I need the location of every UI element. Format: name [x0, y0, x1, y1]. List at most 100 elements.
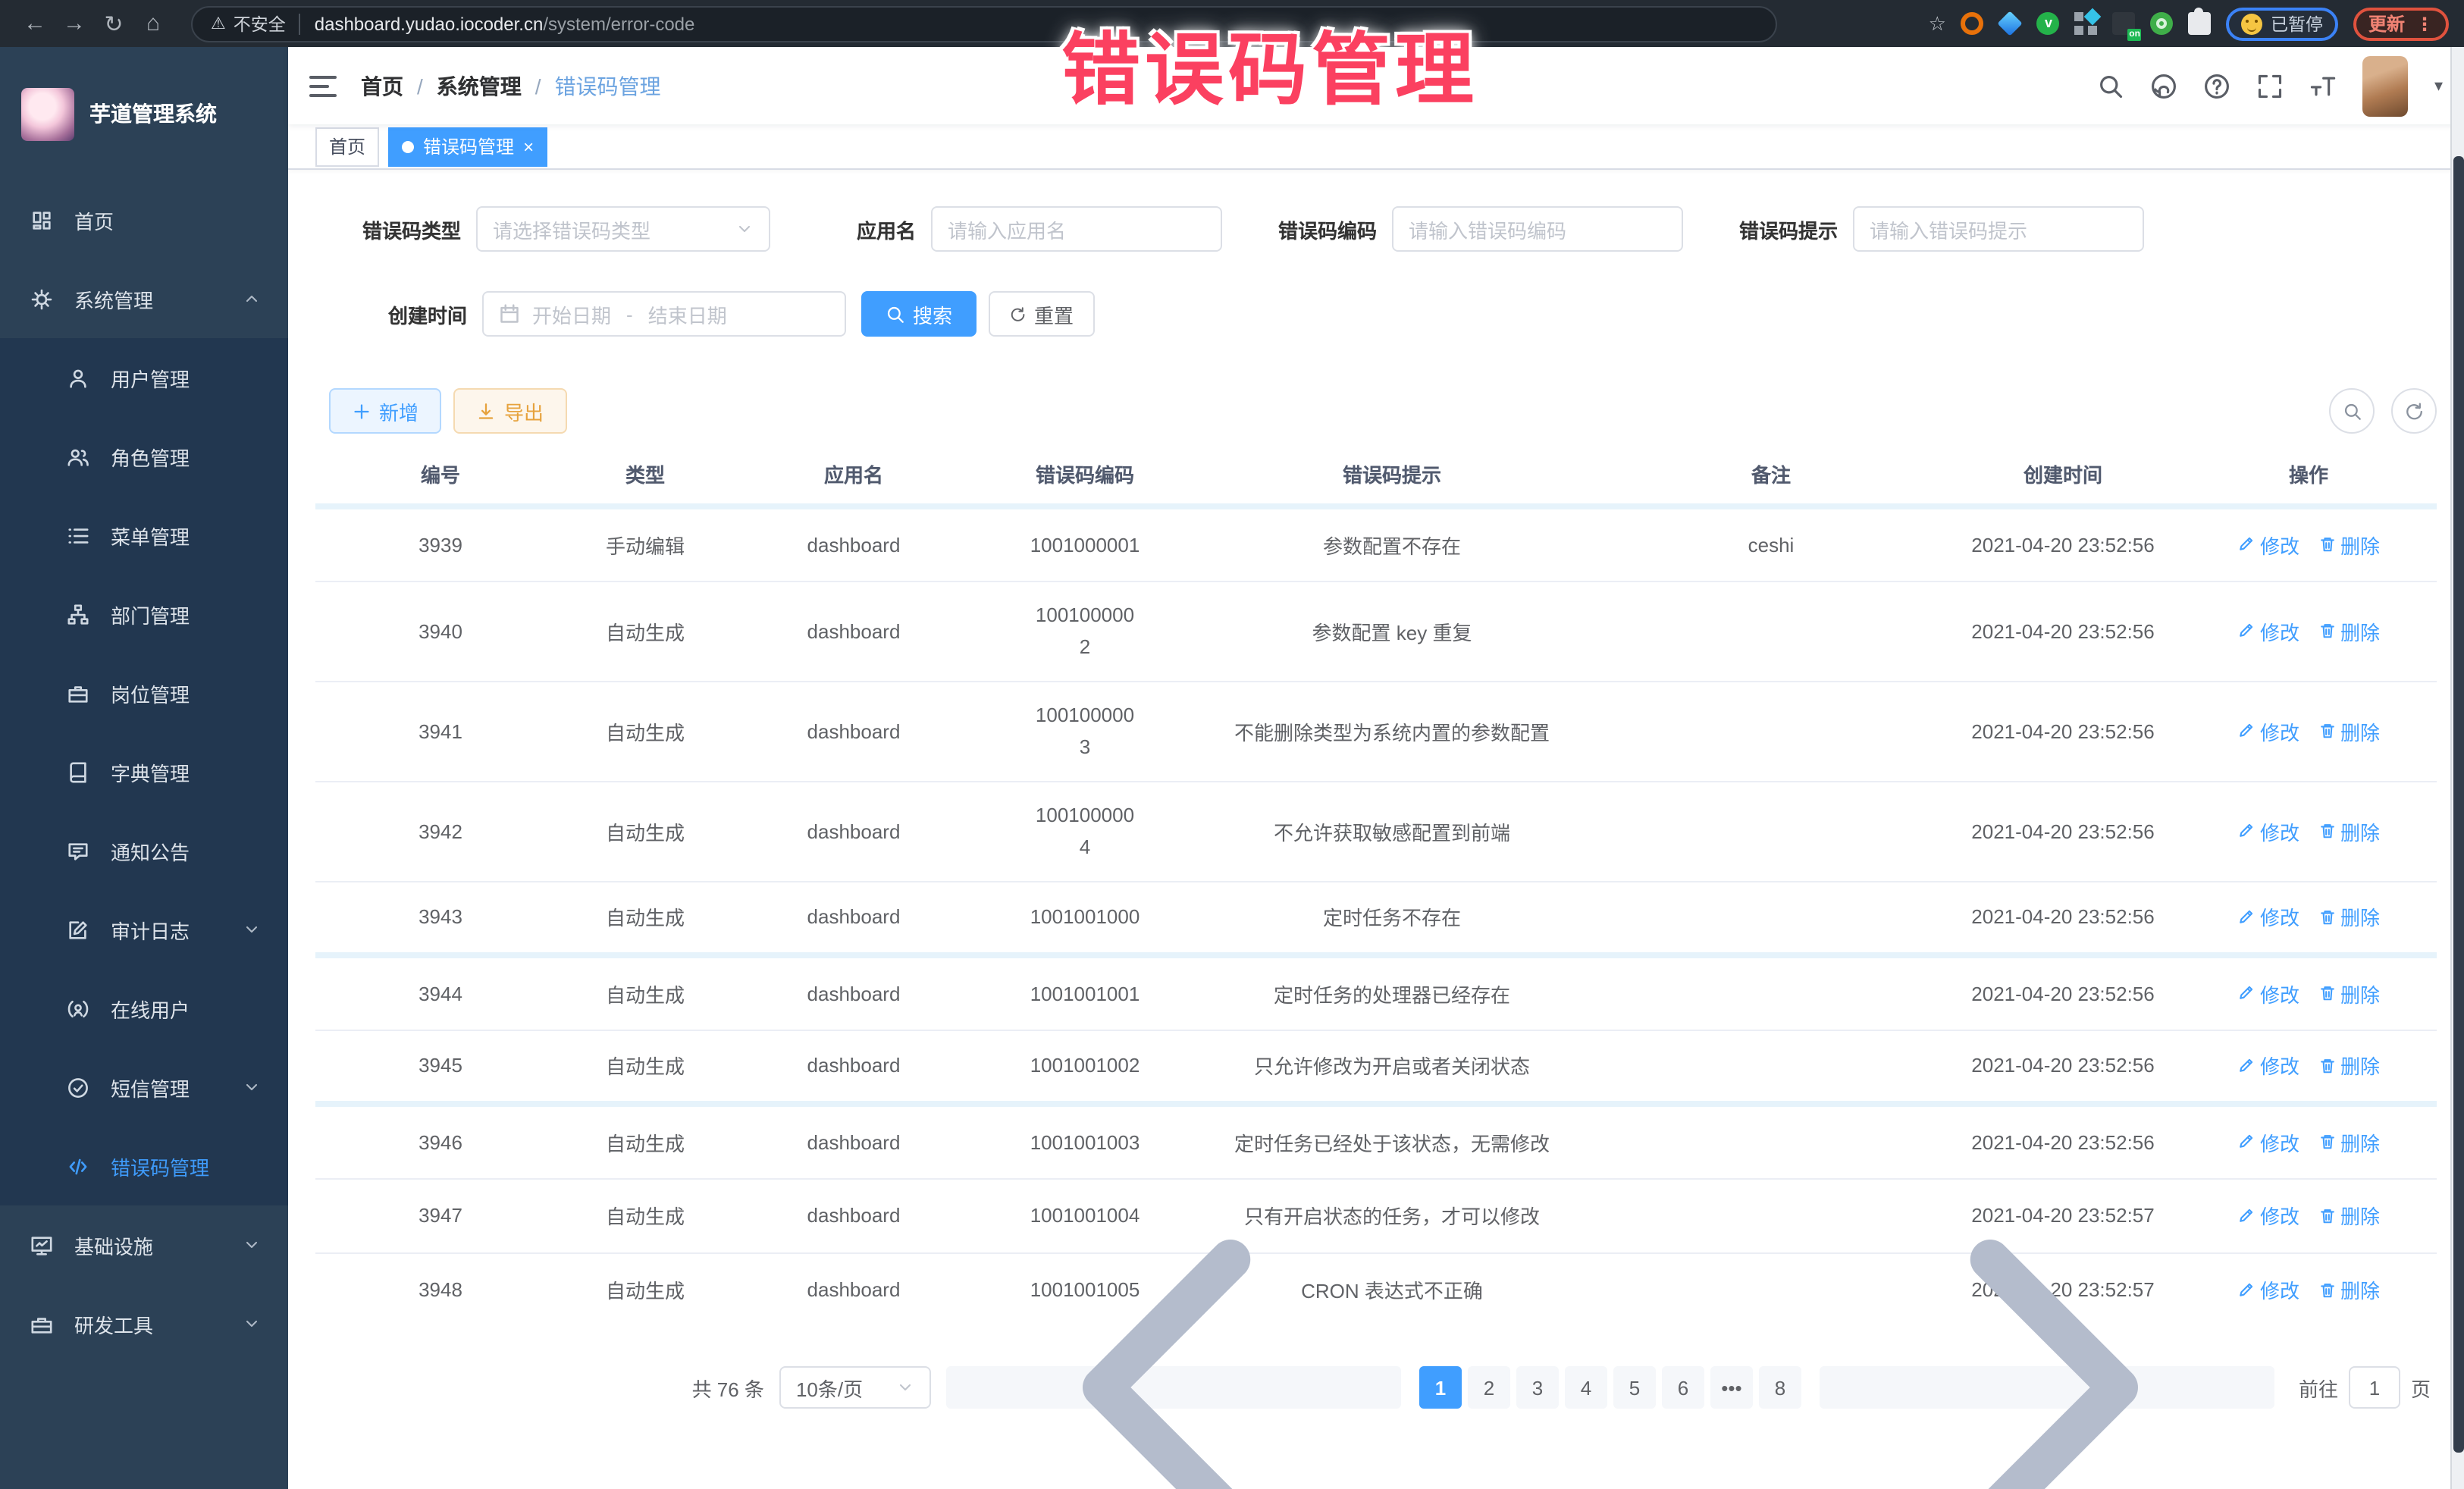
date-range-picker[interactable]: 开始日期 - 结束日期	[482, 291, 846, 337]
page-ellipsis-button[interactable]: •••	[1710, 1366, 1753, 1409]
delete-link[interactable]: 删除	[2318, 903, 2380, 932]
add-button[interactable]: 新增	[329, 388, 441, 434]
browser-menu-icon[interactable]: ⋮	[2415, 13, 2434, 34]
extension-icon[interactable]	[2151, 12, 2174, 35]
app-name-input[interactable]: 请输入应用名	[931, 206, 1222, 252]
goto-page-input[interactable]: 1	[2349, 1366, 2400, 1409]
browser-home-icon[interactable]: ⌂	[133, 11, 173, 36]
operations-cell: 修改删除	[2180, 881, 2437, 955]
scrollbar-thumb[interactable]	[2453, 156, 2464, 1453]
avatar-caret-icon[interactable]: ▾	[2434, 76, 2443, 96]
edit-link[interactable]: 修改	[2237, 716, 2299, 745]
sidebar-item-10[interactable]: 在线用户	[0, 969, 288, 1048]
edit-icon	[2237, 1057, 2256, 1075]
profile-paused-badge[interactable]: 已暂停	[2227, 7, 2338, 40]
table-refresh-button[interactable]	[2391, 388, 2437, 434]
table-row: 3941自动生成dashboard1001000003不能删除类型为系统内置的参…	[315, 681, 2437, 781]
page-button-6[interactable]: 6	[1662, 1366, 1704, 1409]
delete-link[interactable]: 删除	[2318, 1201, 2380, 1230]
reset-button[interactable]: 重置	[989, 291, 1095, 337]
sidebar-item-9[interactable]: 审计日志	[0, 890, 288, 969]
edit-link[interactable]: 修改	[2237, 1128, 2299, 1157]
extension-puzzle-icon[interactable]	[2189, 12, 2212, 35]
sidebar-item-5[interactable]: 部门管理	[0, 575, 288, 654]
table-cell: 3941	[315, 681, 566, 781]
sidebar-item-11[interactable]: 短信管理	[0, 1048, 288, 1127]
sidebar-item-7[interactable]: 字典管理	[0, 732, 288, 811]
extension-icon[interactable]	[1998, 11, 2023, 36]
chevron-down-icon	[243, 920, 261, 939]
error-hint-input[interactable]: 请输入错误码提示	[1853, 206, 2144, 252]
delete-link[interactable]: 删除	[2318, 1052, 2380, 1080]
sidebar-item-6[interactable]: 岗位管理	[0, 654, 288, 732]
edit-link[interactable]: 修改	[2237, 903, 2299, 932]
page-scrollbar[interactable]	[2450, 47, 2464, 1489]
table-search-toggle-button[interactable]	[2329, 388, 2375, 434]
breadcrumb-item[interactable]: 首页	[361, 71, 403, 101]
delete-link[interactable]: 删除	[2318, 531, 2380, 560]
page-button-5[interactable]: 5	[1613, 1366, 1656, 1409]
address-bar[interactable]: ⚠ 不安全 dashboard.yudao.iocoder.cn /system…	[191, 5, 1777, 42]
sidebar-item-2[interactable]: 用户管理	[0, 338, 288, 417]
page-button-1[interactable]: 1	[1419, 1366, 1462, 1409]
delete-link[interactable]: 删除	[2318, 716, 2380, 745]
sidebar-item-4[interactable]: 菜单管理	[0, 496, 288, 575]
next-page-button[interactable]	[1820, 1366, 2274, 1409]
extension-icon[interactable]: v	[2037, 12, 2060, 35]
user-avatar[interactable]	[2363, 55, 2409, 116]
error-type-select[interactable]: 请选择错误码类型	[476, 206, 770, 252]
reset-button-label: 重置	[1034, 299, 1074, 328]
sidebar-item-12[interactable]: 错误码管理	[0, 1127, 288, 1205]
sidebar-item-3[interactable]: 角色管理	[0, 417, 288, 496]
edit-icon	[2237, 722, 2256, 740]
edit-link[interactable]: 修改	[2237, 980, 2299, 1008]
sidebar-logo[interactable]: 芋道管理系统	[0, 47, 288, 180]
sidebar-item-14[interactable]: 研发工具	[0, 1284, 288, 1363]
search-icon[interactable]	[2098, 72, 2125, 99]
extension-icon[interactable]	[1961, 12, 1984, 35]
sidebar-item-13[interactable]: 基础设施	[0, 1205, 288, 1284]
edit-link[interactable]: 修改	[2237, 531, 2299, 560]
edit-link[interactable]: 修改	[2237, 817, 2299, 845]
tag-home[interactable]: 首页	[315, 127, 379, 166]
help-icon[interactable]	[2204, 72, 2231, 99]
prev-page-button[interactable]	[946, 1366, 1401, 1409]
browser-update-button[interactable]: 更新 ⋮	[2353, 7, 2449, 40]
search-button[interactable]: 搜索	[861, 291, 977, 337]
page-size-select[interactable]: 10条/页	[779, 1366, 931, 1409]
error-code-cell: 1001001001	[983, 955, 1187, 1030]
edit-link[interactable]: 修改	[2237, 1052, 2299, 1080]
delete-link[interactable]: 删除	[2318, 616, 2380, 645]
github-icon[interactable]	[2151, 72, 2178, 99]
sidebar-item-0[interactable]: 首页	[0, 180, 288, 259]
delete-link[interactable]: 删除	[2318, 980, 2380, 1008]
page-button-8[interactable]: 8	[1759, 1366, 1801, 1409]
page-button-2[interactable]: 2	[1468, 1366, 1510, 1409]
browser-back-icon[interactable]: ←	[15, 11, 55, 36]
gear-icon	[30, 287, 53, 310]
bookmark-star-icon[interactable]: ☆	[1929, 11, 1946, 36]
tag-close-icon[interactable]: ×	[523, 137, 534, 155]
error-code-cell: 1001000002	[983, 581, 1187, 681]
page-button-4[interactable]: 4	[1565, 1366, 1607, 1409]
delete-link[interactable]: 删除	[2318, 1276, 2380, 1305]
export-button[interactable]: 导出	[453, 388, 567, 434]
breadcrumb-item[interactable]: 系统管理	[437, 71, 522, 101]
browser-forward-icon[interactable]: →	[55, 11, 94, 36]
error-code-input[interactable]: 请输入错误码编码	[1392, 206, 1683, 252]
sidebar-toggle-icon[interactable]	[309, 75, 337, 96]
sidebar-item-8[interactable]: 通知公告	[0, 811, 288, 890]
edit-link[interactable]: 修改	[2237, 616, 2299, 645]
sidebar-item-1[interactable]: 系统管理	[0, 259, 288, 338]
delete-link[interactable]: 删除	[2318, 817, 2380, 845]
tag-error-code[interactable]: 错误码管理 ×	[388, 127, 547, 166]
font-size-icon[interactable]	[2310, 72, 2337, 99]
page-button-3[interactable]: 3	[1516, 1366, 1559, 1409]
browser-reload-icon[interactable]: ↻	[94, 10, 133, 37]
edit-icon	[2237, 622, 2256, 640]
chevron-down-icon	[735, 220, 754, 238]
delete-link[interactable]: 删除	[2318, 1128, 2380, 1157]
extension-on-icon[interactable]	[2113, 12, 2136, 35]
extension-icon[interactable]	[2075, 12, 2098, 35]
fullscreen-icon[interactable]	[2257, 72, 2284, 99]
